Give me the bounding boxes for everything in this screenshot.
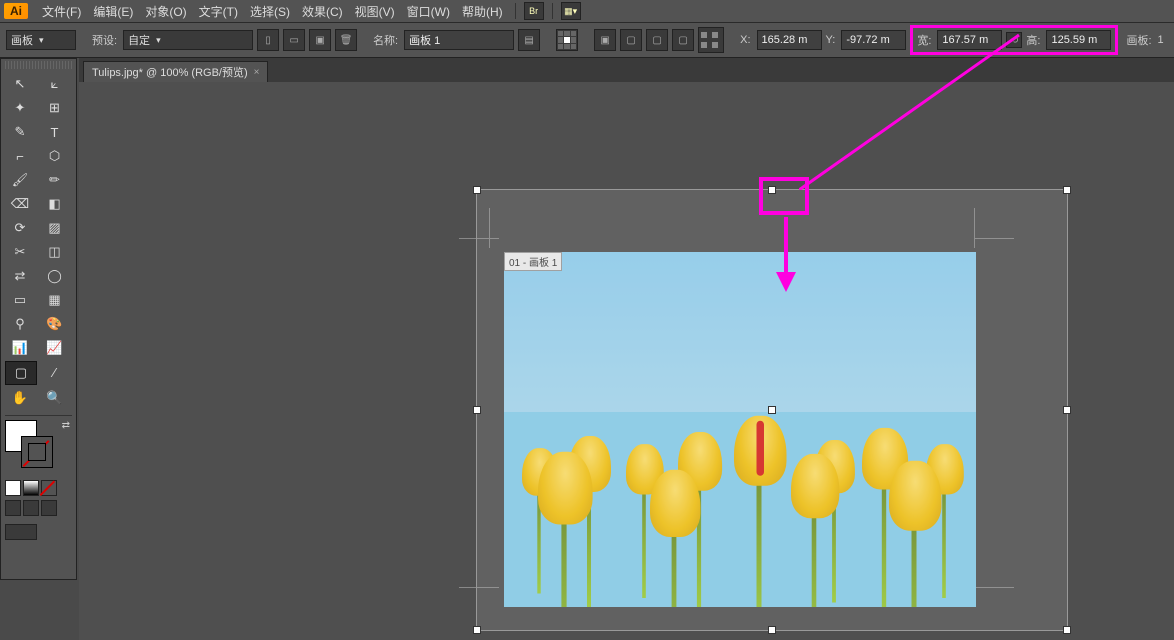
line-tool[interactable]: ⌐ (5, 145, 35, 167)
scale-tool[interactable]: ▨ (40, 217, 70, 239)
menu-effect[interactable]: 效果(C) (302, 3, 343, 20)
type-tool[interactable]: T (40, 121, 70, 143)
mesh-tool[interactable]: ▭ (5, 289, 35, 311)
magic-wand-tool[interactable]: ✦ (5, 97, 35, 119)
fill-none-button[interactable] (41, 480, 57, 496)
preset-label: 预设: (92, 32, 117, 48)
eyedropper-tool[interactable]: ⚲ (5, 313, 35, 335)
annotation-arrow-down (776, 217, 806, 297)
align-left-button[interactable]: ▢ (620, 29, 642, 51)
tool-panel: ↖ ⟀ ✦ ⊞ ✎ T ⌐ ⬡ 🖌 ✏ ⌫ ◧ ⟳ ▨ ✂ ◫ ⇄ ◯ ▭ ▦ … (0, 58, 77, 580)
workspace: ↖ ⟀ ✦ ⊞ ✎ T ⌐ ⬡ 🖌 ✏ ⌫ ◧ ⟳ ▨ ✂ ◫ ⇄ ◯ ▭ ▦ … (0, 58, 1174, 640)
menu-bar: Ai 文件(F) 编辑(E) 对象(O) 文字(T) 选择(S) 效果(C) 视… (0, 0, 1174, 23)
artboard-selection[interactable] (476, 189, 1068, 631)
direct-selection-tool[interactable]: ⟀ (40, 73, 70, 95)
selection-tool[interactable]: ↖ (5, 73, 35, 95)
resize-handle-tl[interactable] (473, 186, 481, 194)
align-right-button[interactable]: ▢ (672, 29, 694, 51)
free-transform-tool[interactable]: ◫ (40, 241, 70, 263)
name-input[interactable]: 画板 1 (404, 30, 514, 50)
align-center-button[interactable]: ▢ (646, 29, 668, 51)
fill-mode-row (1, 480, 76, 496)
artboard-tool[interactable]: ▢ (5, 361, 37, 385)
delete-artboard-button[interactable]: 🗑 (335, 29, 357, 51)
shape-builder-tool[interactable]: ⇄ (5, 265, 35, 287)
move-with-art-button[interactable]: ▣ (594, 29, 616, 51)
resize-handle-tr[interactable] (1063, 186, 1071, 194)
resize-handle-bl[interactable] (473, 626, 481, 634)
preset-dropdown[interactable]: 自定 (123, 30, 253, 50)
new-artboard-button[interactable]: ▣ (309, 29, 331, 51)
screen-mode-row (1, 496, 76, 520)
x-label: X: (740, 34, 750, 46)
graph-tool[interactable]: 📈 (40, 337, 70, 359)
orientation-portrait-button[interactable]: ▯ (257, 29, 279, 51)
resize-handle-ml[interactable] (473, 406, 481, 414)
grid-button[interactable] (698, 27, 724, 53)
draw-inside-button[interactable] (41, 500, 57, 516)
menu-help[interactable]: 帮助(H) (462, 3, 503, 20)
section-dropdown[interactable]: 画板 (6, 30, 76, 50)
menu-view[interactable]: 视图(V) (355, 3, 395, 20)
stroke-swatch[interactable] (21, 436, 53, 468)
name-label: 名称: (373, 32, 398, 48)
slice-tool[interactable]: ⁄ (40, 361, 70, 383)
screen-mode-button[interactable] (5, 524, 37, 540)
menu-text[interactable]: 文字(T) (199, 3, 238, 20)
menu-file[interactable]: 文件(F) (42, 3, 81, 20)
artboard-count-label: 画板: (1126, 32, 1151, 48)
fill-gradient-button[interactable] (23, 480, 39, 496)
arrange-icon[interactable]: ▦▾ (561, 2, 581, 20)
gradient-tool[interactable]: ▦ (40, 289, 70, 311)
bridge-icon[interactable]: Br (524, 2, 544, 20)
perspective-tool[interactable]: ◯ (40, 265, 70, 287)
blob-brush-tool[interactable]: ◧ (40, 193, 70, 215)
brush-tool[interactable]: 🖌 (5, 169, 35, 191)
orientation-landscape-button[interactable]: ▭ (283, 29, 305, 51)
swap-fill-stroke-icon[interactable]: ⇄ (62, 420, 70, 431)
document-tab[interactable]: Tulips.jpg* @ 100% (RGB/预览) × (83, 61, 268, 82)
rotate-tool[interactable]: ⟳ (5, 217, 35, 239)
hand-tool[interactable]: ✋ (5, 387, 35, 409)
canvas[interactable]: 01 - 画板 1 (79, 82, 1174, 640)
reference-point-grid[interactable] (556, 29, 578, 51)
resize-handle-bm[interactable] (768, 626, 776, 634)
menu-edit[interactable]: 编辑(E) (93, 3, 133, 20)
width-tool[interactable]: ✂ (5, 241, 35, 263)
center-handle[interactable] (768, 406, 776, 414)
symbol-tool[interactable]: 📊 (5, 337, 35, 359)
fill-solid-button[interactable] (5, 480, 21, 496)
menu-select[interactable]: 选择(S) (250, 3, 290, 20)
menu-object[interactable]: 对象(O) (145, 3, 186, 20)
artboard-count-value: 1 (1158, 34, 1164, 46)
artboard-options-button[interactable]: ▤ (518, 29, 540, 51)
blend-tool[interactable]: 🎨 (40, 313, 70, 335)
pen-tool[interactable]: ✎ (5, 121, 35, 143)
zoom-tool[interactable]: 🔍 (40, 387, 70, 409)
pencil-tool[interactable]: ✏ (40, 169, 70, 191)
draw-normal-button[interactable] (5, 500, 21, 516)
lasso-tool[interactable]: ⊞ (40, 97, 70, 119)
tab-title: Tulips.jpg* @ 100% (RGB/预览) (92, 64, 248, 80)
resize-handle-br[interactable] (1063, 626, 1071, 634)
annotation-connector-line (799, 30, 1059, 190)
color-swatches: ⇄ (1, 418, 76, 480)
menu-window[interactable]: 窗口(W) (407, 3, 450, 20)
app-logo: Ai (4, 3, 28, 19)
shape-tool[interactable]: ⬡ (40, 145, 70, 167)
panel-grip[interactable] (5, 61, 72, 69)
close-icon[interactable]: × (254, 67, 260, 78)
resize-handle-mr[interactable] (1063, 406, 1071, 414)
eraser-tool[interactable]: ⌫ (5, 193, 35, 215)
draw-behind-button[interactable] (23, 500, 39, 516)
